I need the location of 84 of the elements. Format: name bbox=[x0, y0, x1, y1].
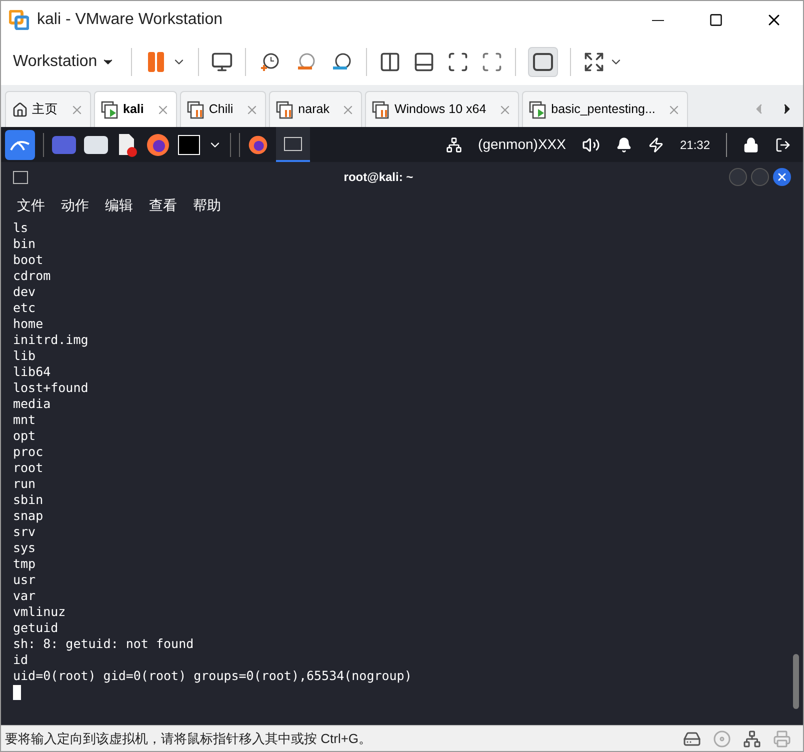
vm-tab[interactable]: kali bbox=[94, 91, 177, 127]
terminal-line: snap bbox=[13, 508, 44, 524]
tab-label: Chili bbox=[208, 101, 234, 118]
clock: 21:32 bbox=[680, 136, 710, 154]
vm-tab[interactable]: Chili bbox=[180, 91, 266, 127]
terminal-line: boot bbox=[13, 252, 44, 268]
sidebar-button[interactable] bbox=[379, 51, 402, 73]
lock-icon[interactable] bbox=[743, 136, 759, 152]
status-text: 要将输入定向到该虚拟机，请将鼠标指针移入其中或按 Ctrl+G。 bbox=[5, 730, 372, 748]
vm-tab[interactable]: basic_pentesting... bbox=[522, 91, 688, 127]
terminal-line: opt bbox=[13, 428, 37, 444]
menu-item[interactable]: 帮助 bbox=[193, 194, 221, 216]
active-terminal-task[interactable] bbox=[276, 127, 310, 162]
tab-label: 主页 bbox=[32, 101, 59, 118]
terminal-line: cdrom bbox=[13, 268, 52, 284]
vm-paused-icon bbox=[372, 100, 390, 118]
workstation-menu[interactable]: Workstation bbox=[9, 50, 120, 74]
terminal-line: home bbox=[13, 316, 44, 332]
terminal-line: sys bbox=[13, 540, 37, 556]
terminal-icon bbox=[13, 170, 28, 184]
scrollbar-thumb[interactable] bbox=[793, 654, 799, 709]
console-button[interactable] bbox=[528, 47, 558, 77]
volume-icon[interactable] bbox=[582, 136, 600, 154]
thumbnail-button[interactable] bbox=[413, 51, 436, 73]
terminal-line: dev bbox=[13, 284, 37, 300]
close-icon bbox=[776, 171, 788, 183]
terminal-line: etc bbox=[13, 300, 37, 316]
terminal-line: lib bbox=[13, 348, 37, 364]
terminal-line: usr bbox=[13, 572, 37, 588]
terminal-line: sbin bbox=[13, 492, 44, 508]
bell-icon[interactable] bbox=[616, 136, 632, 152]
terminal-line: media bbox=[13, 396, 52, 412]
tab-label: narak bbox=[298, 101, 330, 118]
firefox-icon[interactable] bbox=[146, 132, 170, 156]
tab-label: Windows 10 x64 bbox=[394, 101, 488, 118]
network-adapter-icon[interactable] bbox=[743, 730, 761, 748]
maximize-icon bbox=[709, 13, 723, 27]
menu-item[interactable]: 动作 bbox=[61, 194, 89, 216]
home-icon bbox=[12, 102, 28, 118]
window-title: kali - VMware Workstation bbox=[37, 10, 223, 30]
menu-item[interactable]: 编辑 bbox=[105, 194, 133, 216]
unity-button[interactable] bbox=[481, 51, 504, 73]
terminal-line: root bbox=[13, 460, 44, 476]
terminal-line: ls bbox=[13, 220, 30, 236]
terminal-line: initrd.img bbox=[13, 332, 90, 348]
terminal-line: run bbox=[13, 476, 37, 492]
menu-item[interactable]: 文件 bbox=[17, 194, 45, 216]
expand-icon bbox=[583, 51, 606, 73]
menu-item[interactable]: 查看 bbox=[149, 194, 177, 216]
vm-running-icon bbox=[529, 100, 548, 118]
power-icon[interactable] bbox=[648, 136, 664, 152]
vm-running-icon bbox=[101, 100, 119, 118]
terminal-line: id bbox=[13, 652, 30, 668]
terminal-title: root@kali: ~ bbox=[344, 169, 414, 186]
terminal-icon[interactable] bbox=[178, 134, 200, 154]
network-icon[interactable] bbox=[446, 136, 462, 152]
document-icon[interactable] bbox=[116, 132, 138, 156]
vm-paused-icon bbox=[186, 100, 205, 118]
terminal-line: var bbox=[13, 588, 37, 604]
tab-label: basic_pentesting... bbox=[551, 101, 656, 118]
terminal-line: mnt bbox=[13, 412, 37, 428]
vm-tab[interactable]: Windows 10 x64 bbox=[365, 91, 520, 127]
terminal-line: bin bbox=[13, 236, 37, 252]
terminal-line: tmp bbox=[13, 556, 37, 572]
terminal-line: lib64 bbox=[13, 364, 52, 380]
tab-label: kali bbox=[123, 101, 145, 118]
vm-tab[interactable]: narak bbox=[269, 91, 362, 127]
logout-icon[interactable] bbox=[775, 136, 791, 152]
cursor bbox=[13, 685, 21, 700]
genmon-label: (genmon)XXX bbox=[478, 135, 566, 154]
vm-paused-icon bbox=[276, 100, 294, 118]
terminal-line: lost+found bbox=[13, 380, 90, 396]
send-keys-button[interactable] bbox=[211, 51, 234, 73]
firefox-icon[interactable] bbox=[248, 134, 268, 154]
terminal-line: getuid bbox=[13, 620, 60, 636]
terminal-line: srv bbox=[13, 524, 37, 540]
terminal-line: proc bbox=[13, 444, 44, 460]
terminal-line: vmlinuz bbox=[13, 604, 67, 620]
app-logo-icon bbox=[9, 10, 29, 30]
terminal-line: sh: 8: getuid: not found bbox=[13, 636, 195, 652]
close-button[interactable] bbox=[772, 168, 791, 186]
vm-tab[interactable]: 主页 bbox=[5, 91, 91, 127]
terminal-line: uid=0(root) gid=0(root) groups=0(root),65534(nogroup) bbox=[13, 668, 413, 684]
fullscreen-button[interactable] bbox=[447, 51, 470, 73]
